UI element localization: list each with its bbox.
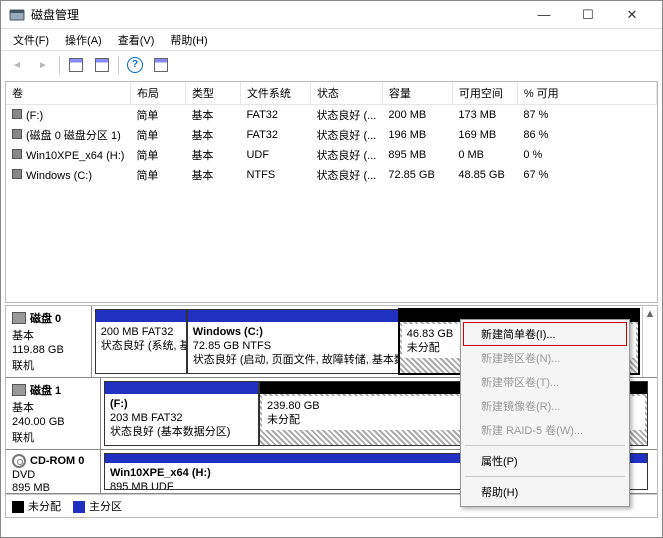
legend-unallocated: 未分配	[28, 501, 61, 513]
app-icon	[9, 7, 25, 23]
close-button[interactable]: ✕	[610, 1, 654, 29]
disk-icon	[12, 384, 26, 396]
col-pctfree[interactable]: % 可用	[517, 82, 656, 105]
ctx-new-spanned-volume: 新建跨区卷(N)...	[463, 346, 627, 370]
scroll-up-button[interactable]: ▲	[642, 306, 657, 377]
menu-action[interactable]: 操作(A)	[57, 30, 110, 50]
volume-row[interactable]: Win10XPE_x64 (H:)简单基本UDF状态良好 (...895 MB0…	[6, 145, 657, 165]
menu-file[interactable]: 文件(F)	[5, 30, 57, 50]
action-button[interactable]	[149, 54, 173, 76]
col-type[interactable]: 类型	[185, 82, 240, 105]
volume-icon	[12, 129, 22, 139]
minimize-button[interactable]: —	[522, 1, 566, 29]
volume-row[interactable]: Windows (C:)简单基本NTFS状态良好 (...72.85 GB48.…	[6, 165, 657, 185]
separator	[118, 56, 119, 74]
menu-help[interactable]: 帮助(H)	[162, 30, 215, 50]
menu-view[interactable]: 查看(V)	[110, 30, 163, 50]
separator	[465, 445, 625, 446]
ctx-new-striped-volume: 新建带区卷(T)...	[463, 370, 627, 394]
ctx-new-raid5-volume: 新建 RAID-5 卷(W)...	[463, 418, 627, 442]
col-layout[interactable]: 布局	[130, 82, 185, 105]
legend-primary: 主分区	[89, 501, 122, 513]
legend-swatch-primary	[73, 501, 85, 513]
toolbar	[1, 51, 662, 79]
partition[interactable]: 200 MB FAT32状态良好 (系统, 基	[95, 309, 187, 374]
maximize-button[interactable]: ☐	[566, 1, 610, 29]
col-free[interactable]: 可用空间	[452, 82, 517, 105]
partition[interactable]: Windows (C:)72.85 GB NTFS状态良好 (启动, 页面文件,…	[187, 309, 399, 374]
volume-list[interactable]: 卷 布局 类型 文件系统 状态 容量 可用空间 % 可用 (F:)简单基本FAT…	[5, 81, 658, 303]
volume-icon	[12, 149, 22, 159]
col-capacity[interactable]: 容量	[382, 82, 452, 105]
volume-icon	[12, 169, 22, 179]
col-volume[interactable]: 卷	[6, 82, 130, 105]
context-menu: 新建简单卷(I)... 新建跨区卷(N)... 新建带区卷(T)... 新建镜像…	[460, 319, 630, 507]
legend-swatch-unallocated	[12, 501, 24, 513]
partition[interactable]: (F:)203 MB FAT32状态良好 (基本数据分区)	[104, 381, 259, 446]
ctx-new-mirrored-volume: 新建镜像卷(R)...	[463, 394, 627, 418]
col-fs[interactable]: 文件系统	[240, 82, 310, 105]
col-status[interactable]: 状态	[310, 82, 382, 105]
ctx-help[interactable]: 帮助(H)	[463, 480, 627, 504]
disk-icon	[12, 312, 26, 324]
disk-info[interactable]: 磁盘 1基本240.00 GB联机	[6, 378, 101, 449]
volume-icon	[12, 109, 22, 119]
separator	[59, 56, 60, 74]
disk-info[interactable]: 磁盘 0基本119.88 GB联机	[6, 306, 92, 377]
help-button[interactable]	[123, 54, 147, 76]
back-button[interactable]	[5, 54, 29, 76]
forward-button[interactable]	[31, 54, 55, 76]
title-bar: 磁盘管理 — ☐ ✕	[1, 1, 662, 29]
menu-bar: 文件(F) 操作(A) 查看(V) 帮助(H)	[1, 29, 662, 51]
ctx-properties[interactable]: 属性(P)	[463, 449, 627, 473]
cd-icon	[12, 454, 26, 468]
column-header-row: 卷 布局 类型 文件系统 状态 容量 可用空间 % 可用	[6, 82, 657, 105]
volume-row[interactable]: (磁盘 0 磁盘分区 1)简单基本FAT32状态良好 (...196 MB169…	[6, 125, 657, 145]
ctx-new-simple-volume[interactable]: 新建简单卷(I)...	[463, 322, 627, 346]
disk-info[interactable]: CD-ROM 0DVD895 MB	[6, 450, 101, 493]
window-title: 磁盘管理	[31, 6, 522, 23]
view-mode-button[interactable]	[90, 54, 114, 76]
separator	[465, 476, 625, 477]
volume-row[interactable]: (F:)简单基本FAT32状态良好 (...200 MB173 MB87 %	[6, 105, 657, 126]
refresh-button[interactable]	[64, 54, 88, 76]
